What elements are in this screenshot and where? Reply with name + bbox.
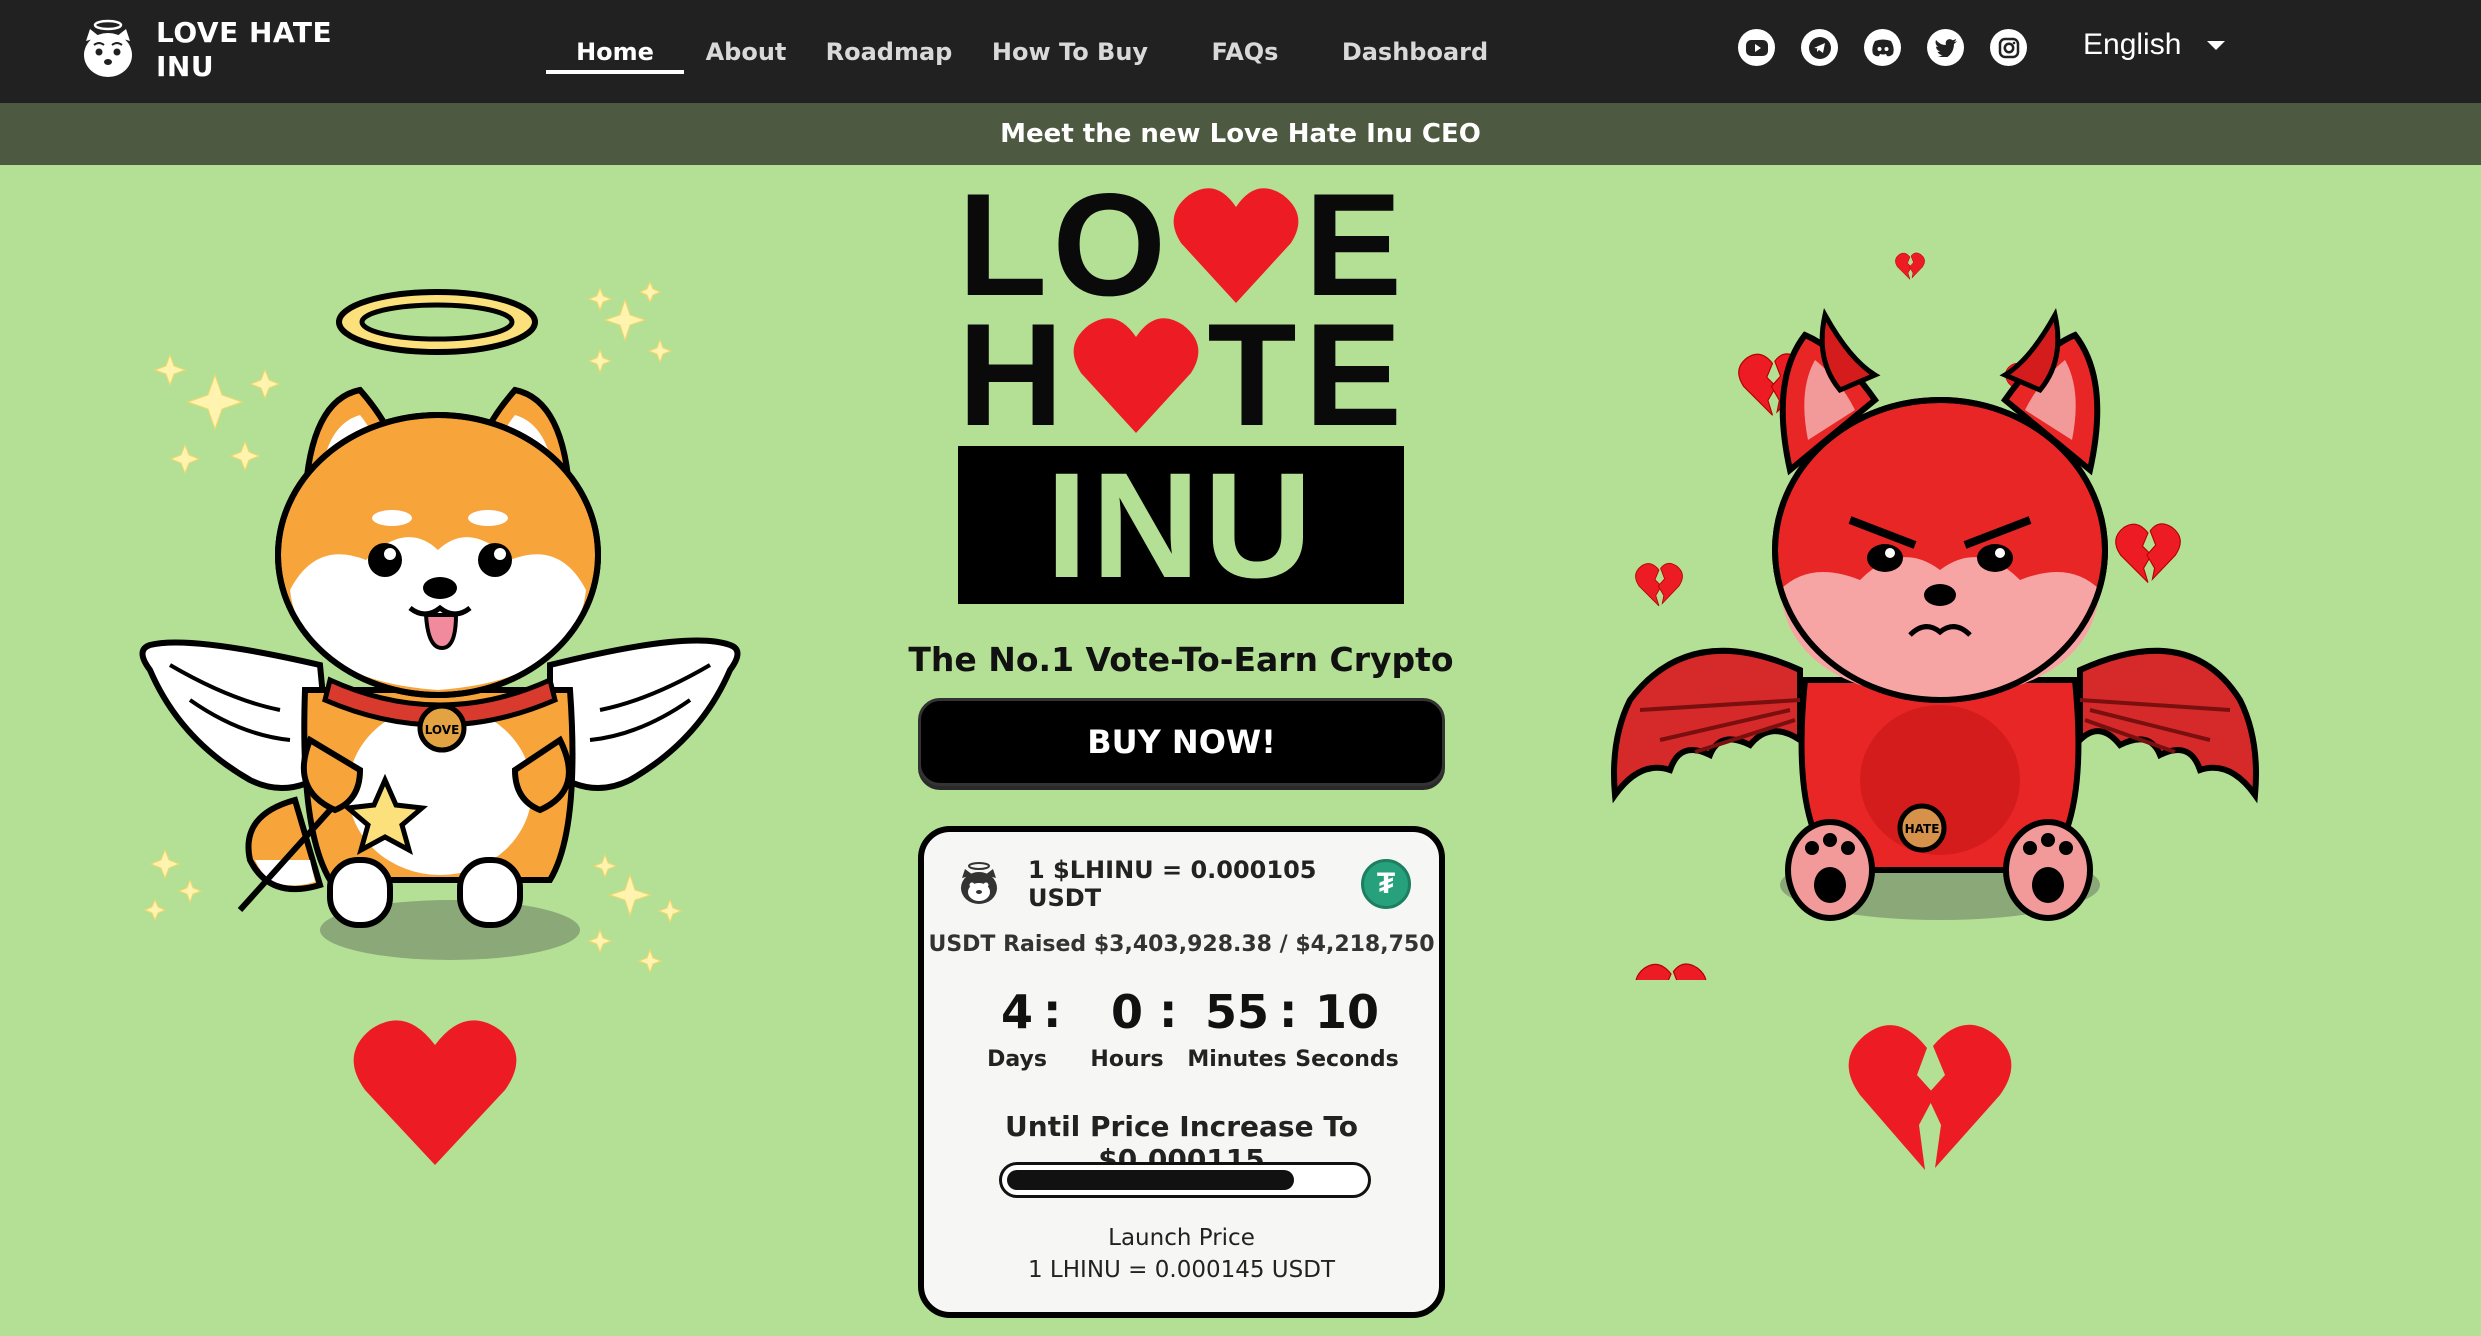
countdown-separator: :: [1159, 984, 1178, 1038]
price-row: 1 $LHINU = 0.000105 USDT ₮: [956, 856, 1411, 912]
top-navbar: LOVE HATE INU Home About Roadmap How To …: [0, 0, 2481, 103]
brand-logo[interactable]: LOVE HATE INU: [78, 16, 336, 84]
title-line-love: L O E: [958, 163, 1404, 326]
title-inu: INU: [1045, 441, 1317, 609]
language-select[interactable]: English: [2083, 28, 2226, 62]
countdown-label: Hours: [1090, 1047, 1164, 1072]
chevron-down-icon: [2207, 40, 2226, 50]
tether-icon: ₮: [1361, 859, 1411, 909]
countdown-label: Seconds: [1295, 1047, 1399, 1072]
title-letter: O: [1052, 163, 1169, 326]
countdown-value: 10: [1314, 985, 1379, 1039]
tagline: The No.1 Vote-To-Earn Crypto: [908, 640, 1454, 679]
title-letter: E: [1304, 163, 1404, 326]
launch-price: Launch Price 1 LHINU = 0.000145 USDT: [924, 1222, 1439, 1286]
heart-icon: [1074, 318, 1199, 433]
youtube-icon[interactable]: [1738, 29, 1775, 66]
countdown-timer: 4 Days : 0 Hours : 55 Minutes : 10 Secon…: [962, 982, 1402, 1082]
title-letter: T: [1207, 293, 1299, 456]
nav-about[interactable]: About: [684, 0, 808, 103]
announcement-bar[interactable]: Meet the new Love Hate Inu CEO: [0, 103, 2481, 165]
title-letter: E: [1304, 293, 1404, 456]
token-price: 1 $LHINU = 0.000105 USDT: [1028, 856, 1317, 912]
title-inu-box: INU: [958, 446, 1404, 604]
countdown-value: 55: [1204, 985, 1269, 1039]
devil-inu-illustration: HATE: [1611, 252, 2259, 980]
inu-face-icon: [84, 19, 132, 77]
language-label: English: [2083, 28, 2182, 61]
launch-price-title: Launch Price: [1108, 1225, 1255, 1251]
title-letter: H: [958, 293, 1066, 456]
countdown-separator: :: [1043, 984, 1062, 1038]
title-line-hate: H T E: [958, 293, 1404, 456]
telegram-icon[interactable]: [1801, 29, 1838, 66]
inu-face-icon: [961, 862, 997, 904]
discord-icon[interactable]: [1864, 29, 1901, 66]
nav-dashboard[interactable]: Dashboard: [1320, 0, 1510, 103]
broken-heart-icon: [1848, 1024, 2012, 1170]
countdown-minutes: 55 Minutes: [1182, 982, 1292, 1078]
presale-progress-bar: [999, 1162, 1371, 1198]
social-links: [1738, 29, 2027, 66]
svg-text:HATE: HATE: [1905, 822, 1940, 836]
buy-now-button[interactable]: BUY NOW!: [918, 698, 1445, 786]
presale-card: 1 $LHINU = 0.000105 USDT ₮ USDT Raised $…: [918, 826, 1445, 1318]
main-menu: Home About Roadmap How To Buy FAQs Dashb…: [546, 0, 1510, 103]
launch-price-value: 1 LHINU = 0.000145 USDT: [1027, 1257, 1336, 1283]
brand-name: LOVE HATE INU: [156, 16, 333, 83]
usdt-raised: USDT Raised $3,403,928.38 / $4,218,750: [928, 932, 1435, 957]
hero-title: L O E H T E INU: [958, 163, 1404, 604]
instagram-icon[interactable]: [1990, 29, 2027, 66]
countdown-seconds: 10 Seconds: [1292, 982, 1402, 1078]
nav-how-to-buy[interactable]: How To Buy: [970, 0, 1170, 103]
countdown-label: Days: [987, 1047, 1047, 1072]
title-letter: L: [958, 163, 1050, 326]
nav-home[interactable]: Home: [546, 0, 684, 103]
countdown-label: Minutes: [1187, 1047, 1287, 1072]
love-heart-icon: [353, 1020, 517, 1165]
progress-fill: [1007, 1170, 1295, 1190]
nav-faqs[interactable]: FAQs: [1170, 0, 1320, 103]
svg-text:LOVE: LOVE: [425, 723, 460, 737]
twitter-icon[interactable]: [1927, 29, 1964, 66]
angel-inu-illustration: LOVE: [139, 280, 741, 974]
heart-icon: [1173, 188, 1299, 303]
nav-roadmap[interactable]: Roadmap: [808, 0, 970, 103]
